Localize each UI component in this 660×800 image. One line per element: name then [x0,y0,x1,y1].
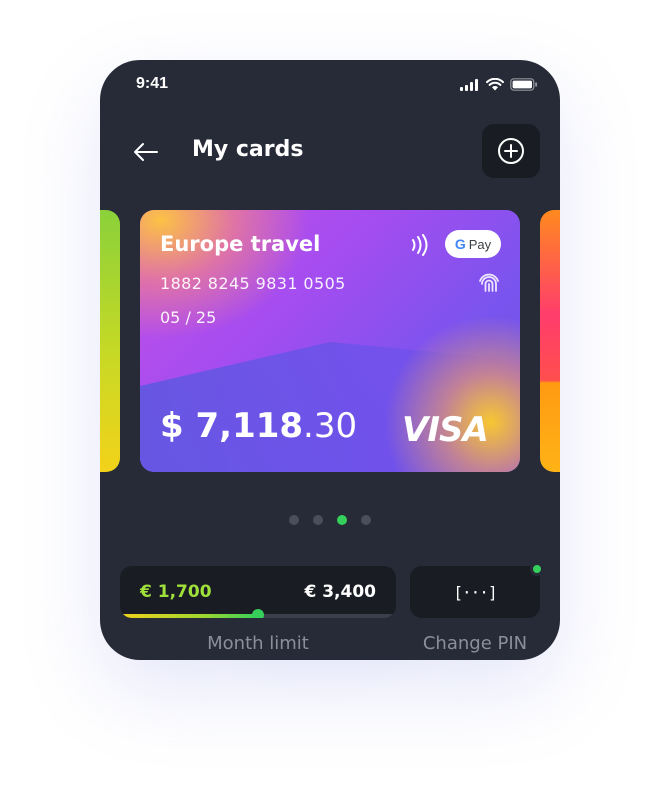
next-card[interactable] [540,210,560,472]
wifi-icon [486,78,504,91]
back-button[interactable] [130,136,162,168]
plus-circle-icon [498,138,524,164]
google-g-icon: G [454,236,466,252]
card-number: 1882 8245 9831 0505 [160,274,346,293]
limit-total: € 3,400 [304,582,376,602]
status-bar: 9:41 [100,60,560,110]
phone-screen: 9:41 My cards Europe travel 1882 8245 98… [100,60,560,660]
google-pay-label: Pay [468,236,492,252]
stage: 9:41 My cards Europe travel 1882 8245 98… [0,0,660,800]
battery-icon [510,78,537,91]
nfc-icon [412,234,428,256]
card-balance: $ 7,118.30 [160,406,357,446]
google-pay-badge: G Pay [445,230,501,258]
change-pin-button[interactable]: [···] [410,562,544,618]
card-name: Europe travel [160,232,321,256]
credit-card[interactable]: Europe travel 1882 8245 9831 0505 05 / 2… [140,210,520,472]
pin-code-icon: [···] [453,582,497,602]
signal-icon [460,78,478,91]
visa-logo: VISA [402,410,489,450]
notification-dot [530,562,544,576]
carousel-dots [100,515,560,525]
balance-cents: .30 [303,406,358,446]
card-expiry: 05 / 25 [160,308,217,327]
page-title: My cards [192,137,304,162]
month-limit-widget[interactable]: € 1,700 € 3,400 [120,566,396,618]
status-icons [460,78,538,91]
status-time: 9:41 [136,75,169,92]
header: My cards [100,124,560,180]
limit-progress-fill [120,614,258,618]
limit-progress-knob[interactable] [252,609,264,618]
fingerprint-icon [479,273,499,292]
change-pin-label: Change PIN [422,633,528,654]
add-card-button[interactable] [482,124,540,178]
carousel-dot[interactable] [361,515,371,525]
limit-spent: € 1,700 [140,582,212,602]
balance-whole: $ 7,118 [160,406,304,446]
arrow-left-icon [134,143,158,161]
month-limit-label: Month limit [207,633,309,654]
previous-card[interactable] [100,210,120,472]
carousel-dot[interactable] [289,515,299,525]
carousel-dot[interactable] [337,515,347,525]
carousel-dot[interactable] [313,515,323,525]
